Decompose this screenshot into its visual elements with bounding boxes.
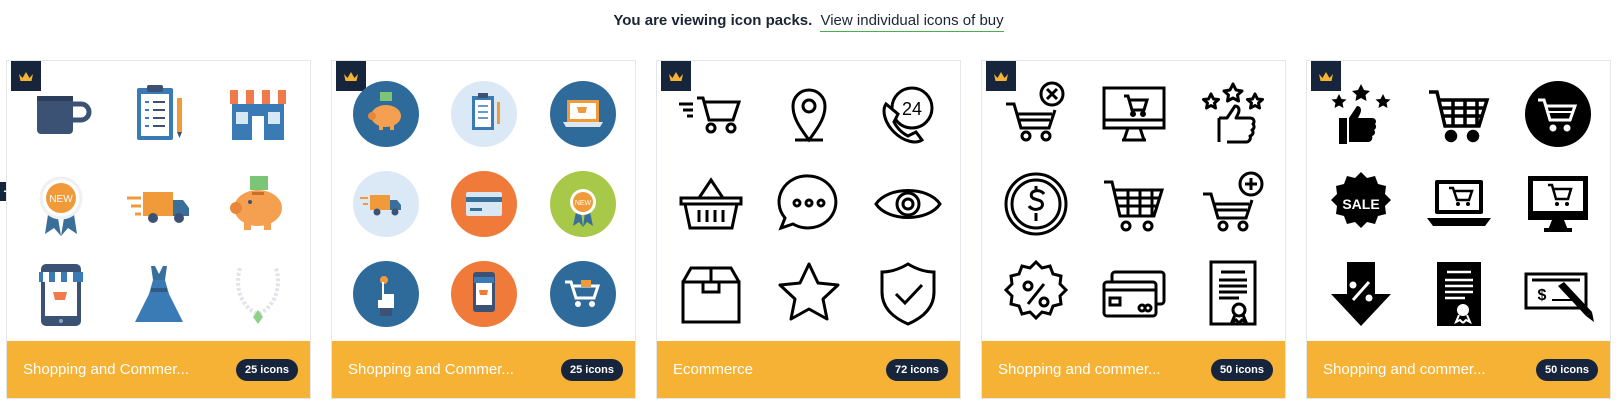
sale-badge-icon: SALE xyxy=(1312,159,1410,249)
mobile-shop-circle-icon xyxy=(435,249,533,339)
piggy-bank-icon xyxy=(209,159,307,249)
chat-bubble-icon xyxy=(760,159,858,249)
icon-grid: NEW xyxy=(337,69,632,339)
card-footer: Ecommerce 72 icons xyxy=(657,341,960,398)
card-footer: Shopping and commer... 50 icons xyxy=(982,341,1285,398)
clipboard-icon xyxy=(110,69,208,159)
card-footer: Shopping and Commer... 25 icons xyxy=(7,341,310,398)
pack-title: Shopping and Commer... xyxy=(348,361,514,378)
icon-pack-card[interactable]: Shopping and commer... 50 icons xyxy=(981,60,1286,399)
dollar-coin-icon xyxy=(987,159,1085,249)
shopping-cart-circle-icon xyxy=(534,249,632,339)
pack-title: Shopping and Commer... xyxy=(23,361,189,378)
eye-icon xyxy=(859,159,957,249)
delivery-truck-icon xyxy=(110,159,208,249)
tap-finger-circle-icon xyxy=(337,249,435,339)
storefront-icon xyxy=(209,69,307,159)
cart-circle-icon xyxy=(1509,69,1607,159)
piggy-bank-circle-icon xyxy=(337,69,435,159)
svg-text:NEW: NEW xyxy=(575,200,592,207)
laptop-cart-icon xyxy=(1410,159,1508,249)
icon-count-badge: 72 icons xyxy=(885,358,948,381)
icon-count-badge: 25 icons xyxy=(560,358,623,381)
shield-check-icon xyxy=(859,249,957,339)
pack-title: Shopping and commer... xyxy=(1323,361,1486,378)
discount-badge-icon xyxy=(987,249,1085,339)
icon-grid: NEW xyxy=(12,69,307,339)
icon-pack-card[interactable]: 24 Ecommerce 72 icons xyxy=(656,60,961,399)
header-line: You are viewing icon packs. View individ… xyxy=(0,11,1617,32)
view-individual-icons-link[interactable]: View individual icons of buy xyxy=(820,12,1004,32)
pack-title: Ecommerce xyxy=(673,361,754,378)
shopping-cart-icon xyxy=(1410,69,1508,159)
icon-pack-card[interactable]: NEW Shopping and Commer... 25 icons xyxy=(331,60,636,399)
icon-count-badge: 50 icons xyxy=(1210,358,1273,381)
discount-arrow-icon xyxy=(1312,249,1410,339)
svg-text:NEW: NEW xyxy=(49,194,73,205)
support-24-icon: 24 xyxy=(859,69,957,159)
location-pin-icon xyxy=(760,69,858,159)
thumbs-up-stars-icon xyxy=(1184,69,1282,159)
monitor-cart-icon xyxy=(1085,69,1183,159)
svg-text:SALE: SALE xyxy=(1342,196,1379,212)
cheque-pen-icon: $ xyxy=(1509,249,1607,339)
mug-icon xyxy=(12,69,110,159)
box-icon xyxy=(662,249,760,339)
monitor-cart-icon xyxy=(1509,159,1607,249)
header-lead-text: You are viewing icon packs. xyxy=(613,12,813,29)
icon-grid: 24 xyxy=(662,69,957,339)
certificate-icon xyxy=(1410,249,1508,339)
credit-card-circle-icon xyxy=(435,159,533,249)
svg-text:24: 24 xyxy=(902,99,922,119)
thumbs-up-stars-icon xyxy=(1312,69,1410,159)
svg-text:$: $ xyxy=(1537,287,1546,304)
clipboard-circle-icon xyxy=(435,69,533,159)
icon-pack-card[interactable]: SALE $ Shopping and commer... 50 icons xyxy=(1306,60,1611,399)
icon-grid: SALE $ xyxy=(1312,69,1607,339)
pack-title: Shopping and commer... xyxy=(998,361,1161,378)
card-footer: Shopping and Commer... 25 icons xyxy=(332,341,635,398)
necklace-icon xyxy=(209,249,307,339)
card-footer: Shopping and commer... 50 icons xyxy=(1307,341,1610,398)
cart-add-icon xyxy=(1184,159,1282,249)
dress-icon xyxy=(110,249,208,339)
certificate-icon xyxy=(1184,249,1282,339)
laptop-shop-circle-icon xyxy=(534,69,632,159)
icon-count-badge: 50 icons xyxy=(1535,358,1598,381)
basket-icon xyxy=(662,159,760,249)
delivery-truck-circle-icon xyxy=(337,159,435,249)
shopping-cart-icon xyxy=(1085,159,1183,249)
star-icon xyxy=(760,249,858,339)
icon-grid xyxy=(987,69,1282,339)
fast-cart-icon xyxy=(662,69,760,159)
mobile-shop-icon xyxy=(12,249,110,339)
icon-pack-card[interactable]: NEW Shopping and Commer... 25 icons xyxy=(6,60,311,399)
new-badge-circle-icon: NEW xyxy=(534,159,632,249)
icon-count-badge: 25 icons xyxy=(235,358,298,381)
credit-cards-icon xyxy=(1085,249,1183,339)
new-badge-icon: NEW xyxy=(12,159,110,249)
cart-remove-icon xyxy=(987,69,1085,159)
